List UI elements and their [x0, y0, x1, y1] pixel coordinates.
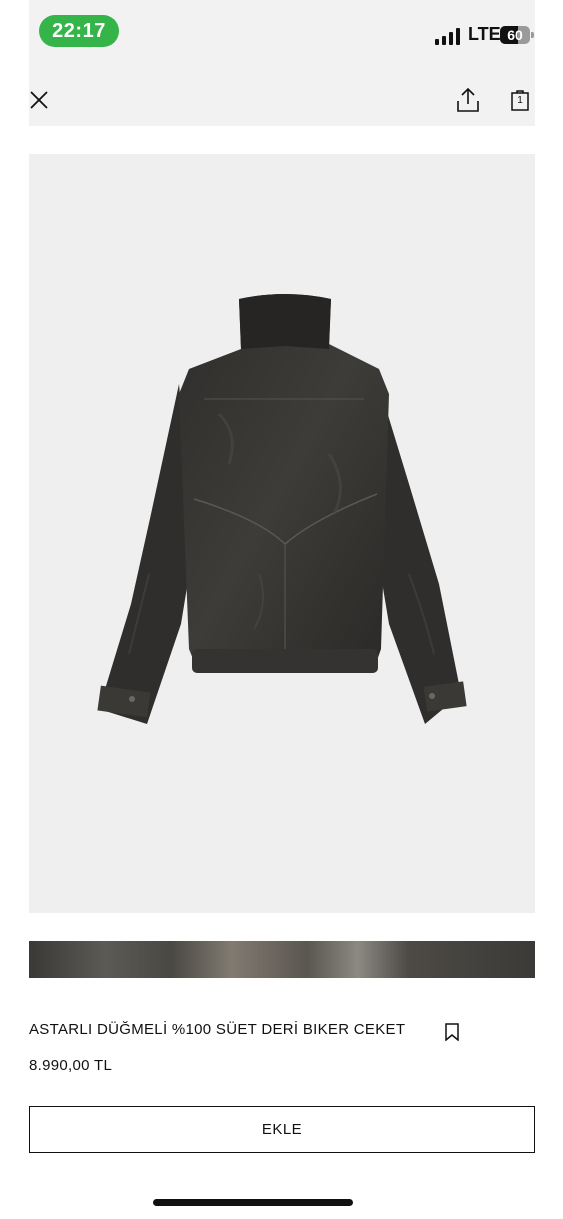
status-bar: 22:17 LTE 60	[29, 0, 535, 62]
battery-icon: 60	[500, 26, 534, 44]
battery-level: 60	[507, 27, 523, 43]
share-button[interactable]	[456, 87, 480, 113]
add-to-cart-button[interactable]: EKLE	[29, 1106, 535, 1153]
next-image-thumbnail[interactable]	[29, 941, 535, 978]
nav-bar: 1	[29, 80, 535, 120]
bookmark-button[interactable]	[444, 1023, 460, 1042]
product-price: 8.990,00 TL	[29, 1057, 113, 1074]
cart-count: 1	[517, 95, 523, 106]
bookmark-icon	[445, 1023, 459, 1042]
top-area: 22:17 LTE 60 1	[29, 0, 535, 126]
network-type: LTE	[468, 24, 501, 44]
signal-icon	[435, 25, 462, 45]
jacket-image	[97, 294, 467, 724]
close-button[interactable]	[29, 90, 49, 110]
product-title: ASTARLI DÜĞMELİ %100 SÜET DERİ BIKER CEK…	[29, 1021, 406, 1038]
status-time: 22:17	[39, 15, 119, 47]
product-image[interactable]	[29, 154, 535, 913]
product-page: 22:17 LTE 60 1 ASTARLI DÜĞMELİ %100 SÜET…	[29, 0, 535, 1219]
home-indicator	[153, 1199, 353, 1206]
close-icon	[30, 91, 48, 109]
cart-button[interactable]: 1	[510, 88, 530, 112]
share-icon	[457, 87, 479, 112]
